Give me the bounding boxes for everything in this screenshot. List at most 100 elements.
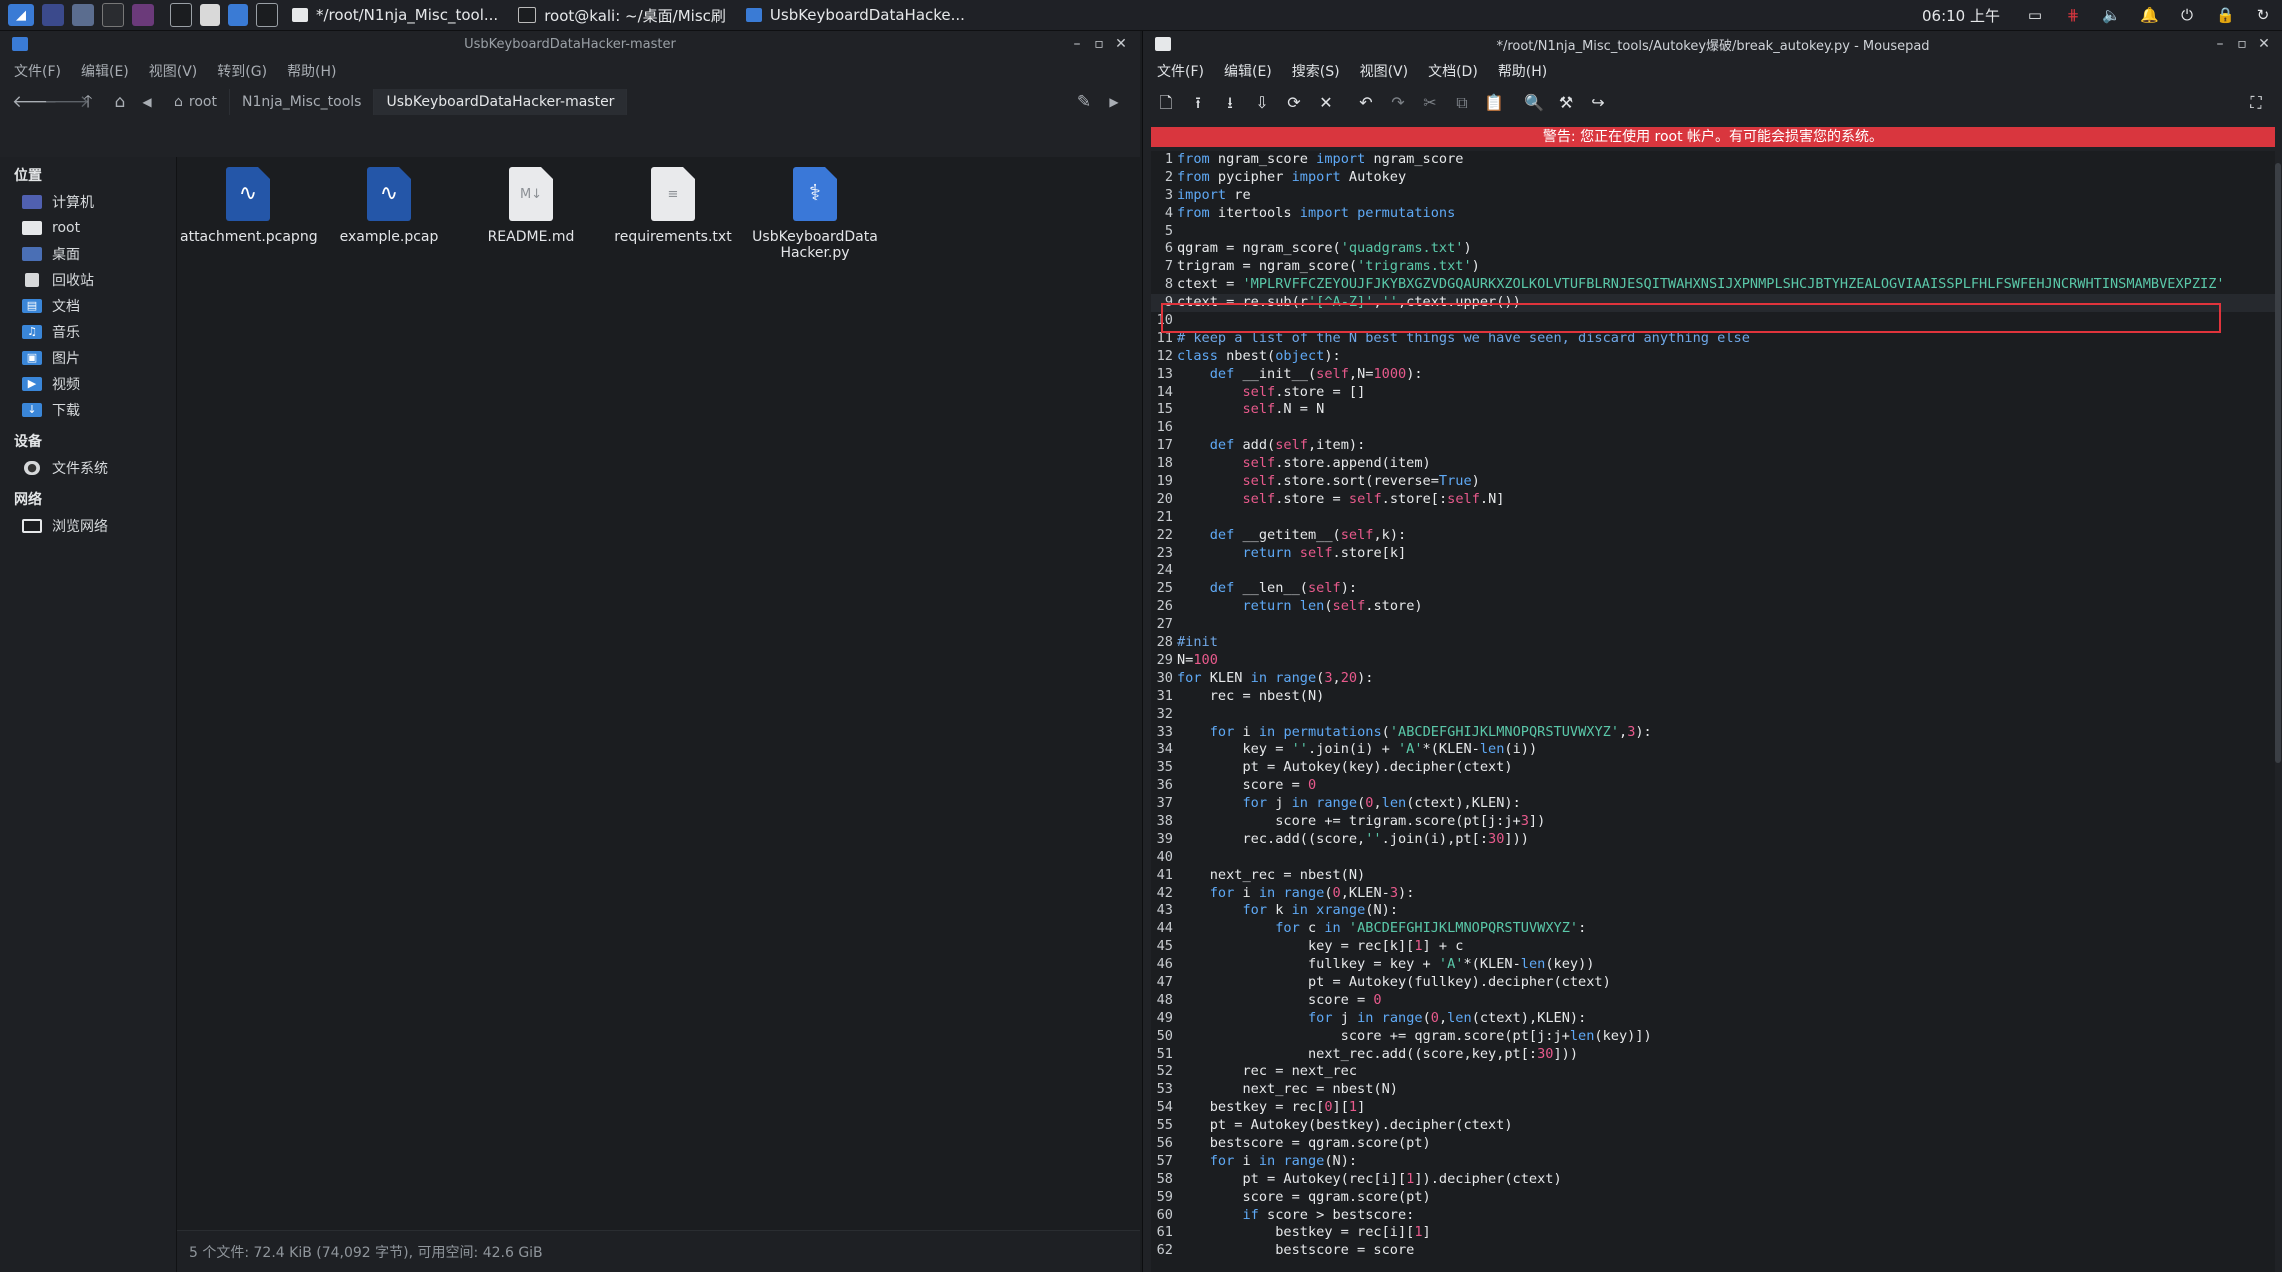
code-line[interactable]: 1 from ngram_score import ngram_score	[1151, 151, 2275, 169]
chevron-right-icon[interactable]: ▶	[1102, 90, 1126, 114]
code-line[interactable]: 37 for j in range(0,len(ctext),KLEN):	[1151, 795, 2275, 813]
sidebar-item-trash[interactable]: 回收站	[0, 267, 176, 293]
redo-icon[interactable]: ↷	[1387, 91, 1409, 115]
minimize-button[interactable]: –	[2209, 36, 2231, 52]
browser-launcher-icon[interactable]	[132, 4, 154, 26]
code-line[interactable]: 38 score += trigram.score(pt[j:j+3])	[1151, 813, 2275, 831]
cut-icon[interactable]: ✂	[1419, 91, 1441, 115]
code-line[interactable]: 55 pt = Autokey(bestkey).decipher(ctext)	[1151, 1117, 2275, 1135]
code-line[interactable]: 3 import re	[1151, 187, 2275, 205]
code-line[interactable]: 45 key = rec[k][1] + c	[1151, 938, 2275, 956]
code-line[interactable]: 35 pt = Autokey(key).decipher(ctext)	[1151, 759, 2275, 777]
open-icon[interactable]: ⭱	[1187, 91, 1209, 115]
code-line[interactable]: 50 score += qgram.score(pt[j:j+len(key)]…	[1151, 1028, 2275, 1046]
code-line[interactable]: 14 self.store = []	[1151, 384, 2275, 402]
sidebar-item-downloads[interactable]: ↓ 下载	[0, 397, 176, 423]
code-line[interactable]: 51 next_rec.add((score,key,pt[:30]))	[1151, 1046, 2275, 1064]
taskbar-item-file-manager[interactable]: UsbKeyboardDataHacke...	[740, 3, 971, 27]
workspace-1-icon[interactable]	[170, 3, 192, 27]
code-line[interactable]: 31 rec = nbest(N)	[1151, 688, 2275, 706]
code-line[interactable]: 30 for KLEN in range(3,20):	[1151, 670, 2275, 688]
code-line[interactable]: 19 self.store.sort(reverse=True)	[1151, 473, 2275, 491]
code-line[interactable]: 44 for c in 'ABCDEFGHIJKLMNOPQRSTUVWXYZ'…	[1151, 920, 2275, 938]
code-line[interactable]: 33 for i in permutations('ABCDEFGHIJKLMN…	[1151, 724, 2275, 742]
vertical-scrollbar[interactable]	[2275, 163, 2281, 763]
code-line[interactable]: 23 return self.store[k]	[1151, 545, 2275, 563]
sidebar-item-music[interactable]: ♫ 音乐	[0, 319, 176, 345]
code-line[interactable]: 40	[1151, 849, 2275, 867]
code-line[interactable]: 52 rec = next_rec	[1151, 1063, 2275, 1081]
sidebar-item-computer[interactable]: 计算机	[0, 189, 176, 215]
close-button[interactable]: ✕	[2253, 36, 2275, 52]
code-line[interactable]: 48 score = 0	[1151, 992, 2275, 1010]
maximize-button[interactable]: ▫	[2231, 36, 2253, 52]
file-item[interactable]: M↓ README.md	[463, 167, 599, 245]
workspace-3-icon[interactable]	[228, 4, 248, 26]
menu-edit[interactable]: 编辑(E)	[81, 61, 129, 81]
code-line[interactable]: 13 def __init__(self,N=1000):	[1151, 366, 2275, 384]
code-line[interactable]: 9 ctext = re.sub(r'[^A-Z]','',ctext.upper…	[1151, 294, 2275, 313]
copy-icon[interactable]: ⧉	[1451, 91, 1473, 115]
code-line[interactable]: 21	[1151, 509, 2275, 527]
workspace-2-icon[interactable]	[200, 4, 220, 26]
code-line[interactable]: 60 if score > bestscore:	[1151, 1207, 2275, 1225]
code-line[interactable]: 29 N=100	[1151, 652, 2275, 670]
code-line[interactable]: 27	[1151, 616, 2275, 634]
editor-titlebar[interactable]: */root/N1nja_Misc_tools/Autokey爆破/break_…	[1143, 31, 2282, 57]
code-line[interactable]: 7 trigram = ngram_score('trigrams.txt')	[1151, 258, 2275, 276]
notification-icon[interactable]: 🔔	[2140, 6, 2159, 24]
file-manager-launcher-icon[interactable]	[72, 4, 94, 26]
workspace-4-icon[interactable]	[256, 3, 278, 27]
maximize-button[interactable]: ▫	[1088, 36, 1110, 52]
paste-icon[interactable]: 📋	[1483, 91, 1505, 115]
terminal-launcher-icon[interactable]	[102, 3, 124, 27]
code-editor[interactable]: 1 from ngram_score import ngram_score 2 fro…	[1151, 151, 2275, 1272]
find-replace-icon[interactable]: ⚒	[1555, 91, 1577, 115]
code-line[interactable]: 22 def __getitem__(self,k):	[1151, 527, 2275, 545]
code-line[interactable]: 42 for i in range(0,KLEN-3):	[1151, 885, 2275, 903]
up-icon[interactable]: 🡑	[76, 90, 100, 114]
chevron-left-icon[interactable]: ◀	[140, 90, 154, 114]
goto-line-icon[interactable]: ↪	[1587, 91, 1609, 115]
code-line[interactable]: 8 ctext = 'MPLRVFFCZEYOUJFJKYBXGZVDGQAURK…	[1151, 276, 2275, 294]
code-line[interactable]: 34 key = ''.join(i) + 'A'*(KLEN-len(i))	[1151, 741, 2275, 759]
menu-file[interactable]: 文件(F)	[1157, 61, 1204, 81]
sidebar-item-browse-network[interactable]: 浏览网络	[0, 513, 176, 539]
undo-icon[interactable]: ↶	[1355, 91, 1377, 115]
breadcrumb-root[interactable]: ⌂ root	[162, 89, 230, 115]
network-icon[interactable]: ⋕	[2064, 6, 2082, 24]
file-item[interactable]: ⚕ UsbKeyboardDataHacker.py	[747, 167, 883, 261]
pencil-icon[interactable]: ✎	[1072, 90, 1096, 114]
code-line[interactable]: 57 for i in range(N):	[1151, 1153, 2275, 1171]
code-line[interactable]: 62 bestscore = score	[1151, 1242, 2275, 1260]
menu-help[interactable]: 帮助(H)	[1498, 61, 1547, 81]
power-icon[interactable]: ⏻	[2178, 6, 2196, 24]
code-line[interactable]: 18 self.store.append(item)	[1151, 455, 2275, 473]
menu-go[interactable]: 转到(G)	[217, 61, 267, 81]
code-line[interactable]: 41 next_rec = nbest(N)	[1151, 867, 2275, 885]
code-line[interactable]: 54 bestkey = rec[0][1]	[1151, 1099, 2275, 1117]
code-line[interactable]: 49 for j in range(0,len(ctext),KLEN):	[1151, 1010, 2275, 1028]
search-icon[interactable]: 🔍	[1523, 91, 1545, 115]
desktop-icon[interactable]	[42, 4, 64, 26]
menu-document[interactable]: 文档(D)	[1428, 61, 1478, 81]
code-line[interactable]: 25 def __len__(self):	[1151, 580, 2275, 598]
code-line[interactable]: 24	[1151, 562, 2275, 580]
code-line[interactable]: 12 class nbest(object):	[1151, 348, 2275, 366]
code-line[interactable]: 59 score = qgram.score(pt)	[1151, 1189, 2275, 1207]
code-line[interactable]: 16	[1151, 419, 2275, 437]
code-line[interactable]: 5	[1151, 223, 2275, 241]
volume-icon[interactable]: 🔈	[2102, 6, 2121, 24]
code-line[interactable]: 20 self.store = self.store[:self.N]	[1151, 491, 2275, 509]
display-icon[interactable]: ▭	[2026, 6, 2044, 24]
sidebar-item-root[interactable]: root	[0, 215, 176, 241]
taskbar-item-mousepad[interactable]: */root/N1nja_Misc_tool...	[286, 3, 504, 27]
logout-icon[interactable]: ↻	[2254, 6, 2272, 24]
sidebar-item-pictures[interactable]: ▣ 图片	[0, 345, 176, 371]
code-line[interactable]: 53 next_rec = nbest(N)	[1151, 1081, 2275, 1099]
code-line[interactable]: 26 return len(self.store)	[1151, 598, 2275, 616]
close-button[interactable]: ✕	[1110, 36, 1132, 52]
code-line[interactable]: 46 fullkey = key + 'A'*(KLEN-len(key))	[1151, 956, 2275, 974]
code-line[interactable]: 36 score = 0	[1151, 777, 2275, 795]
code-line[interactable]: 15 self.N = N	[1151, 401, 2275, 419]
